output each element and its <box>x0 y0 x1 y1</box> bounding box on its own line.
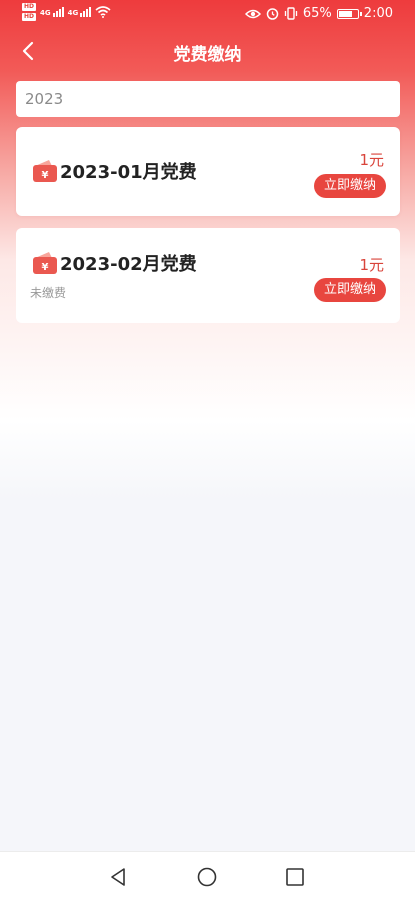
pay-now-button[interactable]: 立即缴纳 <box>314 278 386 302</box>
status-bar-right: 65% 2:00 <box>244 6 393 21</box>
page-title: 党费缴纳 <box>173 45 242 65</box>
vibrate-icon <box>284 7 298 20</box>
hd-badge: HD <box>22 13 37 21</box>
signal-icon: 4G <box>40 7 64 17</box>
battery-fill <box>338 10 352 17</box>
battery-icon <box>336 8 362 19</box>
clock: 2:00 <box>363 6 393 21</box>
eye-icon <box>244 9 261 18</box>
status-bar-left: HD HD 4G 4G <box>22 3 111 21</box>
wallet-icon: ¥ <box>33 252 57 274</box>
fee-amount: 1元 <box>359 256 384 274</box>
payment-status: 未缴费 <box>30 286 67 300</box>
year-selector[interactable]: 2023 <box>16 81 400 117</box>
system-nav-bar <box>0 851 415 901</box>
nav-header: 党费缴纳 <box>0 30 415 74</box>
wifi-icon <box>95 6 111 18</box>
wallet-icon: ¥ <box>33 160 57 182</box>
signal-icon: 4G <box>68 7 92 17</box>
network-type: 4G <box>40 9 51 17</box>
battery-percent: 65% <box>302 6 332 21</box>
svg-text:¥: ¥ <box>42 262 49 273</box>
network-type: 4G <box>67 9 79 17</box>
fee-amount: 1元 <box>359 151 384 169</box>
alarm-icon <box>266 8 279 20</box>
svg-text:¥: ¥ <box>42 170 49 181</box>
fee-card: ¥ 2023-01月党费 1元 立即缴纳 <box>16 127 400 216</box>
fee-period: 2023-01月党费 <box>60 162 197 183</box>
hd-badge: HD <box>22 3 37 11</box>
fee-card: ¥ 2023-02月党费 未缴费 1元 立即缴纳 <box>16 228 400 323</box>
status-bar: HD HD 4G 4G 65% 2:00 <box>0 0 415 30</box>
fee-period: 2023-02月党费 <box>60 254 197 275</box>
pay-now-button[interactable]: 立即缴纳 <box>314 174 386 198</box>
home-circle-icon[interactable] <box>196 866 218 888</box>
hd-indicators: HD HD <box>22 3 37 21</box>
back-triangle-icon[interactable] <box>107 866 129 888</box>
recent-apps-icon[interactable] <box>284 866 306 888</box>
